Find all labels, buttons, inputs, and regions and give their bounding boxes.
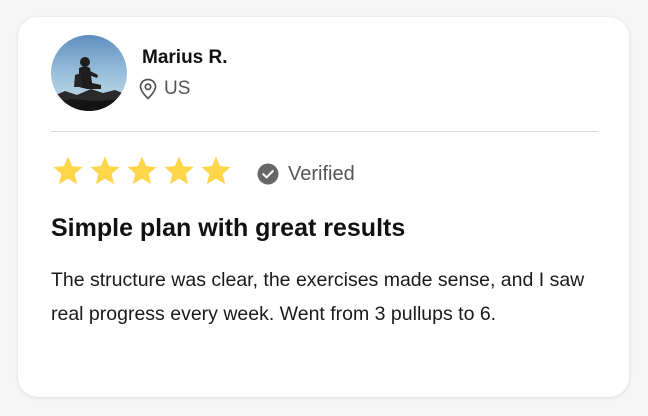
map-pin-icon: [139, 78, 157, 100]
star-icon: [199, 154, 233, 188]
divider: [51, 131, 598, 132]
verified-label: Verified: [288, 163, 355, 185]
star-icon: [88, 154, 122, 188]
reviewer-name: Marius R.: [142, 47, 228, 68]
star-rating: [51, 154, 236, 188]
review-title: Simple plan with great results: [51, 214, 406, 242]
reviewer-location: US: [139, 77, 190, 101]
location-text: US: [164, 78, 191, 99]
verified-badge: Verified: [257, 162, 355, 186]
review-body: The structure was clear, the exercises m…: [51, 269, 585, 325]
star-icon: [162, 154, 196, 188]
avatar-photo: [51, 35, 127, 111]
avatar: [51, 35, 127, 111]
star-icon: [51, 154, 85, 188]
review-card: Marius R. US Verified Simple plan with g…: [18, 17, 629, 397]
star-icon: [125, 154, 159, 188]
check-circle-icon: [257, 163, 279, 185]
